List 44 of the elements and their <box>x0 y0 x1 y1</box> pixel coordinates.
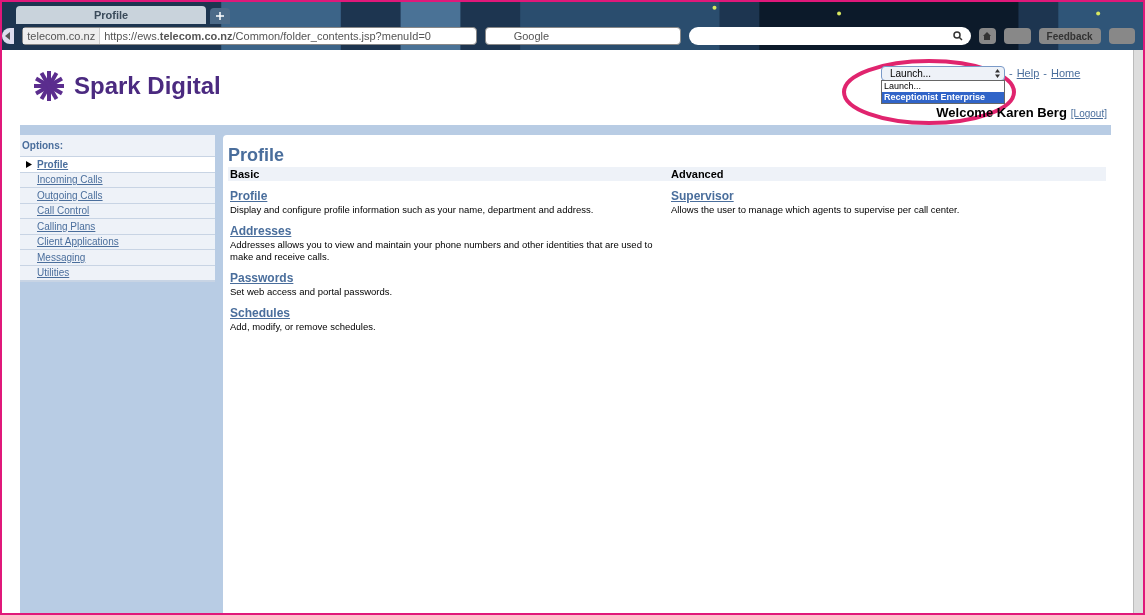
launch-select[interactable]: Launch... <box>881 65 1005 81</box>
sidebar-item[interactable]: Messaging <box>37 249 86 265</box>
header-link[interactable]: Home <box>1050 65 1081 82</box>
page-title: Profile <box>228 145 285 165</box>
section-description: Set web access and portal passwords. <box>229 286 394 298</box>
sidebar-item[interactable]: Client Applications <box>37 234 119 250</box>
address-bar[interactable]: telecom.co.nz https://ews.telecom.co.nz/Common/folder_contents.jsp?menuId=0 <box>22 27 477 45</box>
dropdown-option[interactable]: Launch... <box>882 81 1004 92</box>
sidebar-item[interactable]: Utilities <box>37 265 70 281</box>
sidebar-item[interactable]: Calling Plans <box>37 218 96 234</box>
section-link[interactable]: Addresses <box>228 224 294 238</box>
logo-text: Spark Digital <box>74 71 221 101</box>
welcome-text: Welcome Karen Berg <box>936 104 1067 122</box>
url-text: https://ews.telecom.co.nz/Common/folder_contents.jsp?menuId=0 <box>103 28 432 44</box>
sidebar-item[interactable]: Outgoing Calls <box>37 187 103 203</box>
search-icon <box>952 31 963 41</box>
back-icon[interactable] <box>2 28 15 44</box>
section-heading: Advanced <box>669 167 1106 181</box>
section-link[interactable]: Supervisor <box>669 189 736 203</box>
sidebar-item[interactable]: Profile <box>37 156 69 172</box>
site-identity: telecom.co.nz <box>23 28 101 44</box>
dropdown-option[interactable]: Receptionist Enterprise <box>882 92 1004 103</box>
separator-text: - <box>1043 66 1047 81</box>
sidebar-item[interactable]: Call Control <box>37 203 90 219</box>
sidebar-item[interactable]: Incoming Calls <box>37 172 103 188</box>
section-description: Add, modify, or remove schedules. <box>229 321 377 333</box>
logout-link[interactable]: [Logout] <box>1070 106 1107 121</box>
feedback-button[interactable]: Feedback <box>1038 28 1101 44</box>
section-link[interactable]: Profile <box>228 189 270 203</box>
section-description: Allows the user to manage which agents to supervise per call center. <box>670 204 961 216</box>
new-tab-icon[interactable] <box>210 8 230 24</box>
section-link[interactable]: Passwords <box>228 271 296 285</box>
section-description: Addresses allows you to view and maintain your phone numbers and other identities that are used to make and receive calls. <box>229 239 654 263</box>
section-heading: Basic <box>228 167 669 181</box>
header-link[interactable]: Help <box>1016 65 1040 82</box>
search-bar[interactable] <box>689 27 971 45</box>
section-link[interactable]: Schedules <box>228 306 293 320</box>
search-field[interactable]: Google <box>484 27 682 45</box>
section-description: Display and configure profile information such as your name, department and address. <box>229 204 595 216</box>
updown-icon <box>995 68 1000 78</box>
separator-text: - <box>1009 66 1013 81</box>
browser-tab[interactable]: Profile <box>16 6 206 24</box>
pointer-icon <box>25 160 32 168</box>
star-logo-icon <box>32 70 66 102</box>
